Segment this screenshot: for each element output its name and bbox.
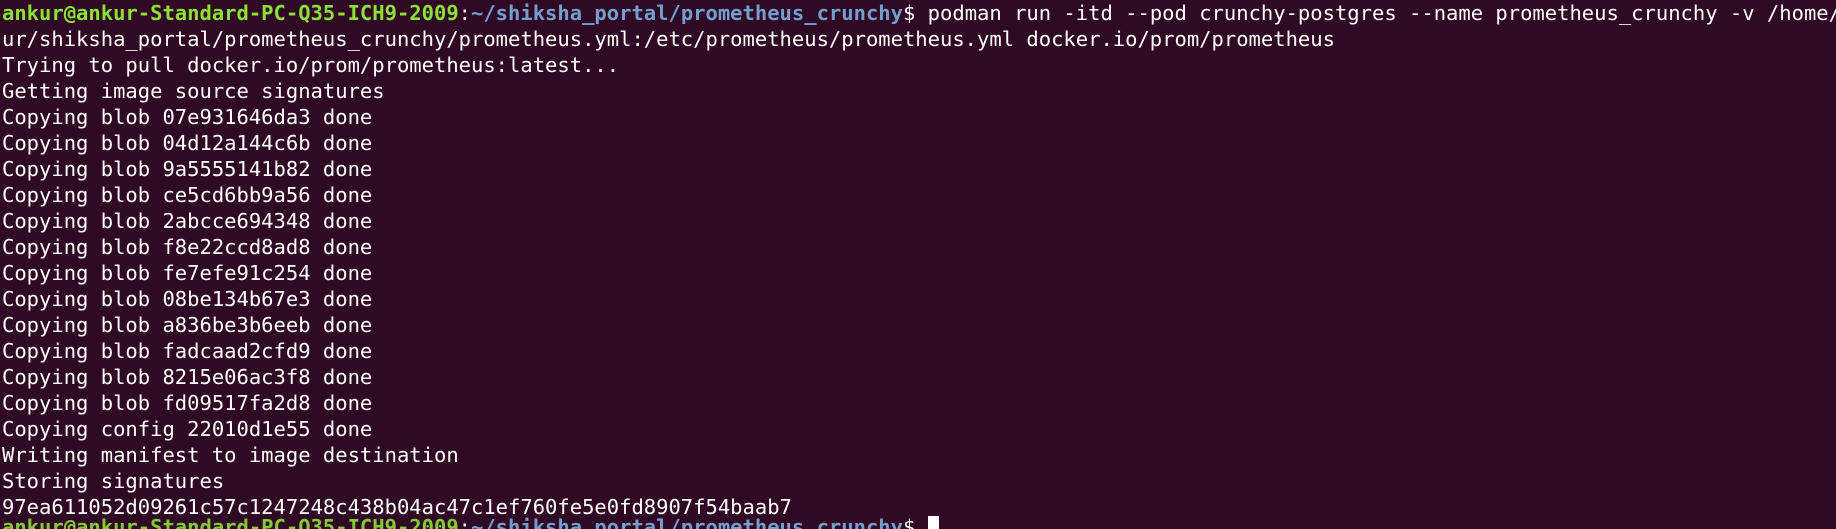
output-line: Copying blob 07e931646da3 done [2,105,373,129]
prompt-symbol: $ [902,515,928,529]
output-line: Copying blob 9a5555141b82 done [2,157,373,181]
command-text-part2: ur/shiksha_portal/prometheus_crunchy/pro… [2,27,1335,51]
prompt-user-host: ankur@ankur-Standard-PC-Q35-ICH9-2009 [2,515,459,529]
output-line: Copying blob ce5cd6bb9a56 done [2,183,373,207]
prompt-user-host: ankur@ankur-Standard-PC-Q35-ICH9-2009 [2,1,459,25]
output-line: Copying blob f8e22ccd8ad8 done [2,235,373,259]
command-line-wrap: ur/shiksha_portal/prometheus_crunchy/pro… [2,26,1836,52]
output-line: Storing signatures [2,469,225,493]
output-line: Copying blob fd09517fa2d8 done [2,391,373,415]
terminal-window[interactable]: ankur@ankur-Standard-PC-Q35-ICH9-2009:~/… [0,0,1836,529]
command-text-part1: podman run -itd --pod crunchy-postgres -… [927,1,1836,25]
prompt-symbol: $ [902,1,928,25]
output-line: Copying blob fadcaad2cfd9 done [2,339,373,363]
output-line: Copying blob 04d12a144c6b done [2,131,373,155]
output-line: Copying config 22010d1e55 done [2,417,373,441]
output-line: Trying to pull docker.io/prom/prometheus… [2,53,620,77]
prompt-path: ~/shiksha_portal/prometheus_crunchy [471,515,903,529]
prompt-separator: : [458,515,471,529]
output-line: Copying blob 8215e06ac3f8 done [2,365,373,389]
output-line: Writing manifest to image destination [2,443,459,467]
output-line: Getting image source signatures [2,79,385,103]
output-line: Copying blob 2abcce694348 done [2,209,373,233]
command-line: ankur@ankur-Standard-PC-Q35-ICH9-2009:~/… [2,0,1836,26]
prompt-path: ~/shiksha_portal/prometheus_crunchy [471,1,903,25]
active-prompt-line[interactable]: ankur@ankur-Standard-PC-Q35-ICH9-2009:~/… [2,514,939,529]
command-output: Trying to pull docker.io/prom/prometheus… [2,52,1836,520]
output-line: Copying blob a836be3b6eeb done [2,313,373,337]
output-line: Copying blob fe7efe91c254 done [2,261,373,285]
text-cursor [927,516,939,529]
prompt-separator: : [458,1,471,25]
output-line: Copying blob 08be134b67e3 done [2,287,373,311]
